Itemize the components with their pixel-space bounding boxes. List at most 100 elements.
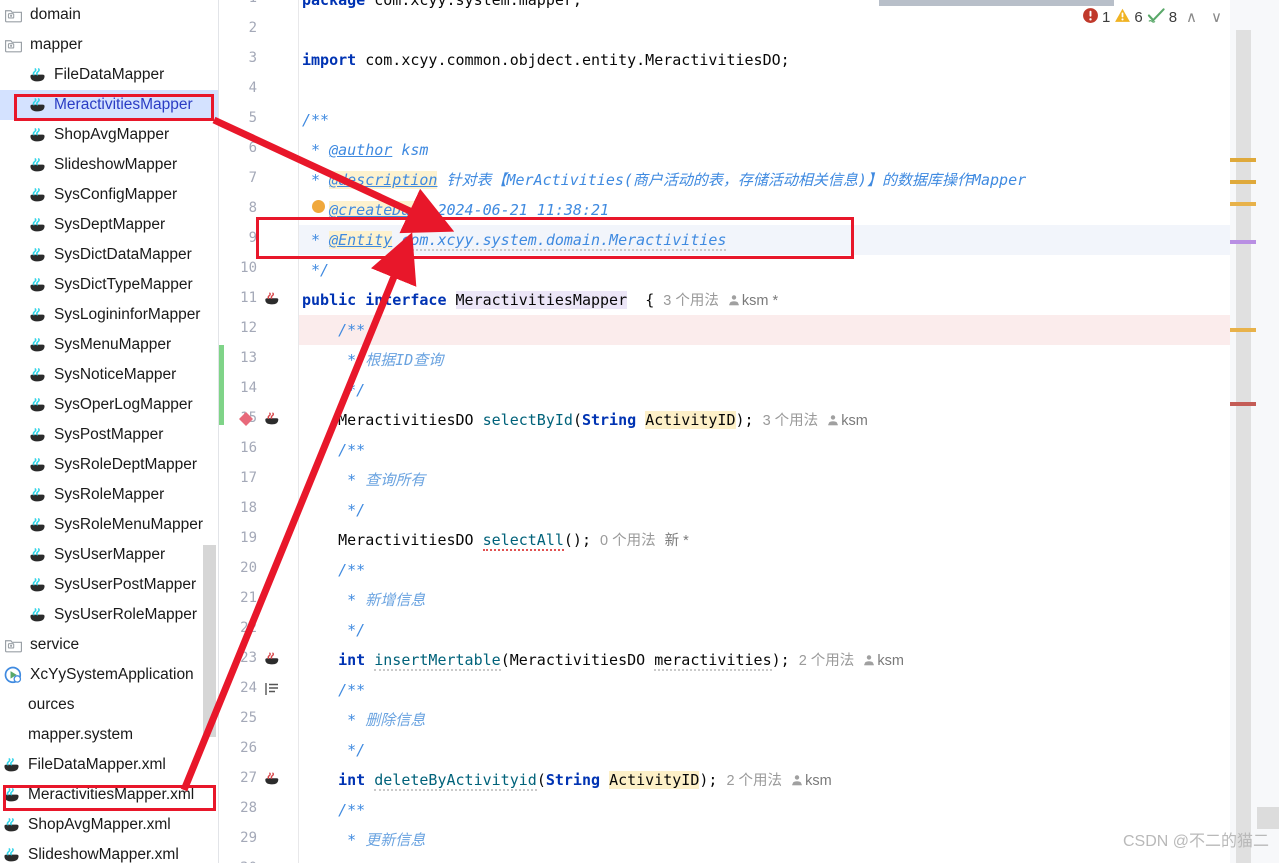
tree-item-sysconfigmapper[interactable]: SysConfigMapper: [0, 180, 219, 210]
tree-item-sysnoticemapper[interactable]: SysNoticeMapper: [0, 360, 219, 390]
gutter-line[interactable]: 12: [219, 315, 299, 345]
usages-hint[interactable]: 2 个用法: [799, 653, 855, 669]
gutter-line[interactable]: 14: [219, 375, 299, 405]
code-author-hint[interactable]: ksm *: [728, 293, 778, 309]
tree-item-sysdeptmapper[interactable]: SysDeptMapper: [0, 210, 219, 240]
code-line-25[interactable]: * 删除信息: [299, 705, 1230, 735]
tree-item-sysusermapper[interactable]: SysUserMapper: [0, 540, 219, 570]
code-line-14[interactable]: */: [299, 375, 1230, 405]
gutter-line[interactable]: 22: [219, 615, 299, 645]
warning-indicator[interactable]: 6: [1114, 7, 1143, 28]
gutter-line[interactable]: 15: [219, 405, 299, 435]
analysis-mark[interactable]: [1230, 180, 1256, 184]
analysis-scrollbar-track[interactable]: [1236, 30, 1251, 863]
tree-item-sysrolemapper[interactable]: SysRoleMapper: [0, 480, 219, 510]
java-bean-gutter-icon[interactable]: [263, 290, 281, 308]
code-author-hint[interactable]: 新 *: [665, 533, 689, 549]
editor-gutter[interactable]: 1234567891011121314151617181920212223242…: [219, 0, 299, 863]
gutter-line[interactable]: 6: [219, 135, 299, 165]
gutter-line[interactable]: 27: [219, 765, 299, 795]
next-problem-button[interactable]: ∨: [1206, 8, 1227, 26]
code-author-hint[interactable]: ksm: [791, 773, 832, 789]
gutter-line[interactable]: 2: [219, 15, 299, 45]
code-line-23[interactable]: int insertMertable(MeractivitiesDO merac…: [299, 645, 1230, 675]
tree-item-slideshowmapper[interactable]: SlideshowMapper: [0, 150, 219, 180]
usages-hint[interactable]: 3 个用法: [663, 293, 719, 309]
ok-indicator[interactable]: 8: [1147, 7, 1177, 28]
tree-item-sysuserpostmapper[interactable]: SysUserPostMapper: [0, 570, 219, 600]
code-line-21[interactable]: * 新增信息: [299, 585, 1230, 615]
inspection-widget[interactable]: 1 6 8 ∧ ∨: [1082, 4, 1227, 30]
gutter-line[interactable]: 25: [219, 705, 299, 735]
analysis-mark[interactable]: [1230, 402, 1256, 406]
gutter-line[interactable]: 7: [219, 165, 299, 195]
tree-item-mapper-system[interactable]: mapper.system: [0, 720, 219, 750]
code-line-5[interactable]: /**: [299, 105, 1230, 135]
tree-item-service[interactable]: service: [0, 630, 219, 660]
gutter-line[interactable]: 29: [219, 825, 299, 855]
gutter-line[interactable]: 23: [219, 645, 299, 675]
code-line-15[interactable]: MeractivitiesDO selectById(String Activi…: [299, 405, 1230, 435]
code-author-hint[interactable]: ksm: [863, 653, 904, 669]
usages-hint[interactable]: 3 个用法: [763, 413, 819, 429]
gutter-line[interactable]: 28: [219, 795, 299, 825]
gutter-line[interactable]: 17: [219, 465, 299, 495]
analysis-mark[interactable]: [1230, 328, 1256, 332]
tree-item-domain[interactable]: domain: [0, 0, 219, 30]
gutter-line[interactable]: 21: [219, 585, 299, 615]
gutter-line[interactable]: 16: [219, 435, 299, 465]
gutter-line[interactable]: 18: [219, 495, 299, 525]
code-editor[interactable]: 1234567891011121314151617181920212223242…: [219, 0, 1279, 863]
code-text-area[interactable]: package com.xcyy.system.mapper; import co…: [299, 0, 1230, 863]
tree-item-slideshowmapper-xml[interactable]: SlideshowMapper.xml: [0, 840, 219, 863]
code-line-8[interactable]: @createDate 2024-06-21 11:38:21: [299, 195, 1230, 225]
gutter-line[interactable]: 8: [219, 195, 299, 225]
gutter-line[interactable]: 30: [219, 855, 299, 863]
gutter-line[interactable]: 1: [219, 0, 299, 15]
gutter-line[interactable]: 3: [219, 45, 299, 75]
analysis-mark[interactable]: [1230, 158, 1256, 162]
gutter-line[interactable]: 13: [219, 345, 299, 375]
usages-hint[interactable]: 2 个用法: [726, 773, 782, 789]
code-line-16[interactable]: /**: [299, 435, 1230, 465]
code-line-17[interactable]: * 查询所有: [299, 465, 1230, 495]
usages-hint[interactable]: 0 个用法: [600, 533, 656, 549]
code-line-27[interactable]: int deleteByActivityid(String ActivityID…: [299, 765, 1230, 795]
gutter-line[interactable]: 9: [219, 225, 299, 255]
tree-item-sysroledeptmapper[interactable]: SysRoleDeptMapper: [0, 450, 219, 480]
analysis-mark[interactable]: [1230, 202, 1256, 206]
error-indicator[interactable]: 1: [1082, 7, 1110, 28]
code-author-hint[interactable]: ksm: [827, 413, 868, 429]
code-line-24[interactable]: /**: [299, 675, 1230, 705]
code-line-9[interactable]: * @Entity com.xcyy.system.domain.Meracti…: [299, 225, 1230, 255]
tree-item-ources[interactable]: ources: [0, 690, 219, 720]
mybatis-mapper-nav-icon[interactable]: [237, 410, 255, 428]
code-line-6[interactable]: * @author ksm: [299, 135, 1230, 165]
code-line-11[interactable]: public interface MeractivitiesMapper { 3…: [299, 285, 1230, 315]
analysis-mark[interactable]: [1230, 240, 1256, 244]
code-line-13[interactable]: * 根据ID查询: [299, 345, 1230, 375]
gutter-line[interactable]: 20: [219, 555, 299, 585]
code-line-18[interactable]: */: [299, 495, 1230, 525]
code-line-4[interactable]: [299, 75, 1230, 105]
java-bean-gutter-icon[interactable]: [263, 650, 281, 668]
java-bean-gutter-icon[interactable]: [263, 410, 281, 428]
code-line-12[interactable]: /**: [299, 315, 1230, 345]
gutter-line[interactable]: 11: [219, 285, 299, 315]
tree-item-sysoperlogmapper[interactable]: SysOperLogMapper: [0, 390, 219, 420]
tree-item-mapper[interactable]: mapper: [0, 30, 219, 60]
code-line-10[interactable]: */: [299, 255, 1230, 285]
tree-item-meractivitiesmapper[interactable]: MeractivitiesMapper: [0, 90, 219, 120]
sidebar-scrollbar-thumb[interactable]: [203, 545, 216, 737]
tree-item-sysrolemenumapper[interactable]: SysRoleMenuMapper: [0, 510, 219, 540]
code-line-19[interactable]: MeractivitiesDO selectAll(); 0 个用法 新 *: [299, 525, 1230, 555]
code-line-22[interactable]: */: [299, 615, 1230, 645]
tree-item-syspostmapper[interactable]: SysPostMapper: [0, 420, 219, 450]
gutter-line[interactable]: 24: [219, 675, 299, 705]
tree-item-shopavgmapper-xml[interactable]: ShopAvgMapper.xml: [0, 810, 219, 840]
tree-item-filedatamapper-xml[interactable]: FileDataMapper.xml: [0, 750, 219, 780]
gutter-line[interactable]: 19: [219, 525, 299, 555]
code-line-3[interactable]: import com.xcyy.common.objdect.entity.Me…: [299, 45, 1230, 75]
code-line-7[interactable]: * @description 针对表【MerActivities(商户活动的表，…: [299, 165, 1230, 195]
gutter-line[interactable]: 10: [219, 255, 299, 285]
